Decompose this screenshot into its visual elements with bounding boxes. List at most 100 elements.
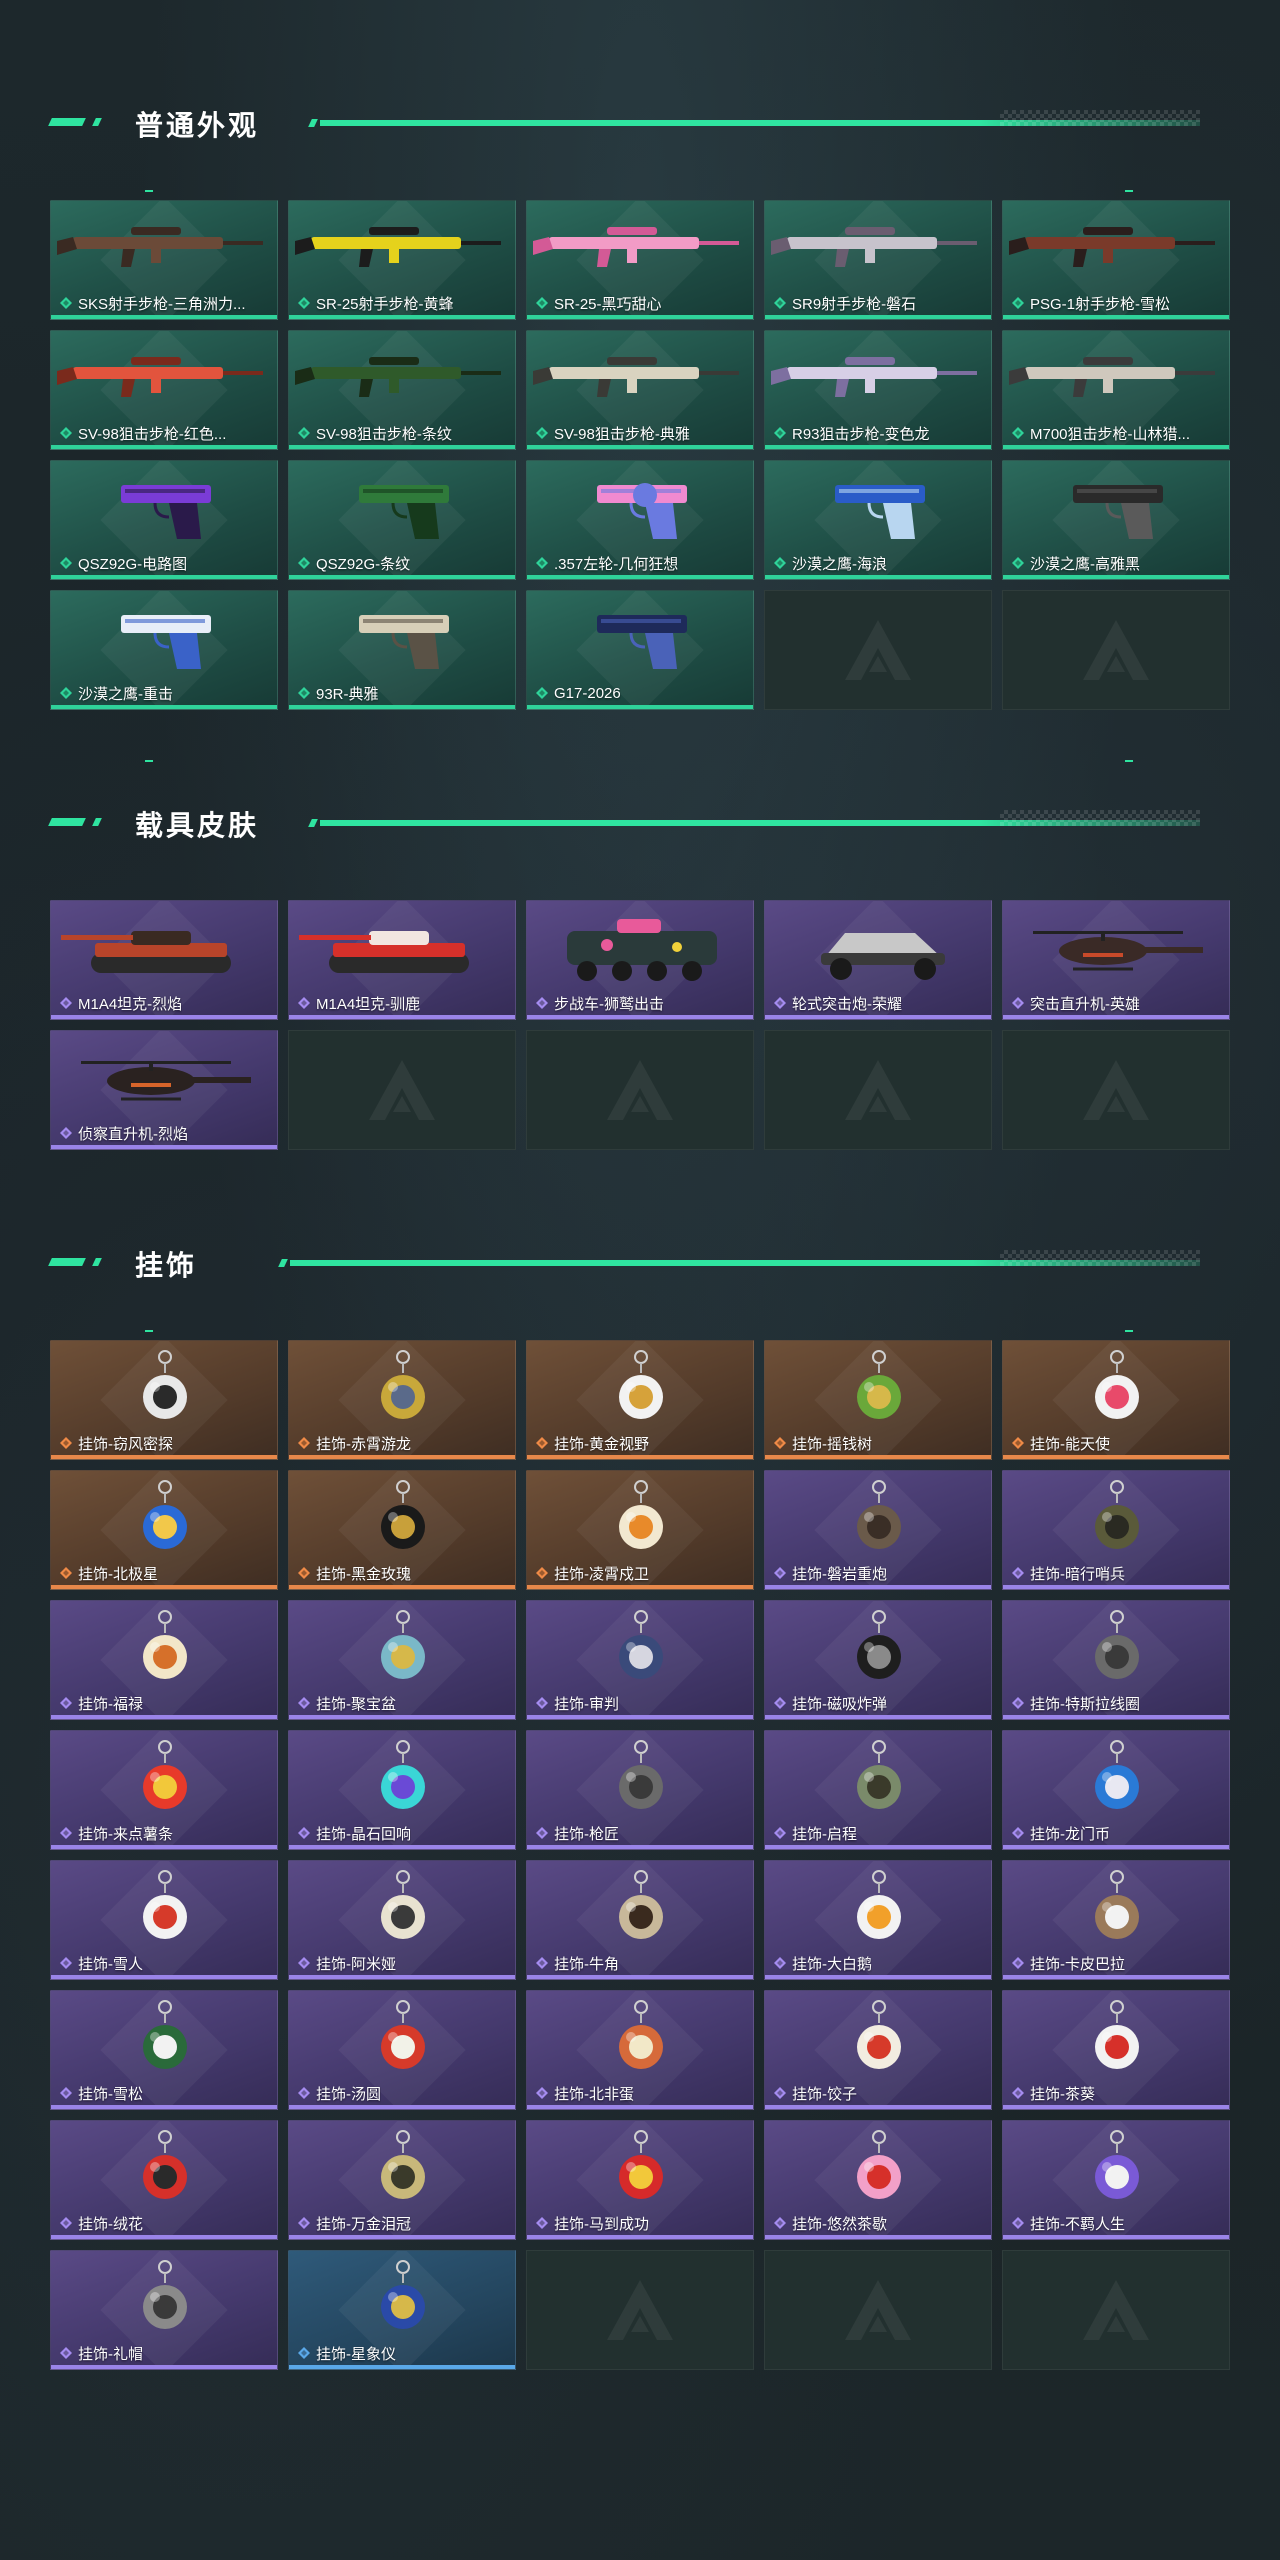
item-card[interactable]: 挂饰-摇钱树: [764, 1340, 992, 1460]
rarity-diamond-icon: [1011, 996, 1025, 1010]
item-card[interactable]: 挂饰-龙门币: [1002, 1730, 1230, 1850]
item-label: 挂饰-茶葵: [1011, 2083, 1223, 2103]
item-name: 挂饰-大白鹅: [792, 1955, 872, 1973]
item-card[interactable]: M1A4坦克-烈焰: [50, 900, 278, 1020]
item-card[interactable]: 挂饰-黄金视野: [526, 1340, 754, 1460]
item-card[interactable]: 挂饰-窃风密探: [50, 1340, 278, 1460]
section-title: 普通外观: [135, 110, 260, 141]
item-card[interactable]: 挂饰-阿米娅: [288, 1860, 516, 1980]
item-card[interactable]: 挂饰-绒花: [50, 2120, 278, 2240]
buggy-image: [765, 907, 991, 991]
item-card[interactable]: 挂饰-万金泪冠: [288, 2120, 516, 2240]
header-checker-pattern: [1000, 810, 1200, 826]
item-name: 挂饰-审判: [554, 1695, 619, 1713]
item-card[interactable]: 挂饰-大白鹅: [764, 1860, 992, 1980]
rarity-diamond-icon: [535, 556, 549, 570]
item-card[interactable]: 侦察直升机-烈焰: [50, 1030, 278, 1150]
item-name: R93狙击步枪-变色龙: [792, 425, 930, 443]
charm-image: [1003, 1607, 1229, 1691]
item-card[interactable]: 挂饰-凌霄戍卫: [526, 1470, 754, 1590]
item-card[interactable]: 挂饰-枪匠: [526, 1730, 754, 1850]
vehicle-skins-grid: M1A4坦克-烈焰 M1A4坦克-驯鹿 步战车-狮鹫出击 轮式突击炮-荣耀 突击直升机-…: [50, 900, 1230, 1150]
item-card[interactable]: 挂饰-磐岩重炮: [764, 1470, 992, 1590]
empty-slot: [1002, 590, 1230, 710]
item-name: SV-98狙击步枪-红色...: [78, 425, 227, 443]
item-card[interactable]: 挂饰-聚宝盆: [288, 1600, 516, 1720]
item-name: 挂饰-雪松: [78, 2085, 143, 2103]
item-card[interactable]: .357左轮-几何狂想: [526, 460, 754, 580]
item-card[interactable]: 挂饰-饺子: [764, 1990, 992, 2110]
item-card[interactable]: QSZ92G-条纹: [288, 460, 516, 580]
rarity-diamond-icon: [59, 2346, 73, 2360]
item-label: 挂饰-雪松: [59, 2083, 271, 2103]
charm-image: [1003, 2127, 1229, 2211]
item-card[interactable]: 挂饰-能天使: [1002, 1340, 1230, 1460]
item-card[interactable]: 挂饰-北极星: [50, 1470, 278, 1590]
item-name: SR-25-黑巧甜心: [554, 295, 662, 313]
item-card[interactable]: 突击直升机-英雄: [1002, 900, 1230, 1020]
item-card[interactable]: 挂饰-星象仪: [288, 2250, 516, 2370]
item-name: PSG-1射手步枪-雪松: [1030, 295, 1171, 313]
item-card[interactable]: 挂饰-磁吸炸弹: [764, 1600, 992, 1720]
item-card[interactable]: PSG-1射手步枪-雪松: [1002, 200, 1230, 320]
item-label: 突击直升机-英雄: [1011, 993, 1223, 1013]
item-card[interactable]: 挂饰-福禄: [50, 1600, 278, 1720]
item-card[interactable]: SV-98狙击步枪-红色...: [50, 330, 278, 450]
item-card[interactable]: 挂饰-不羁人生: [1002, 2120, 1230, 2240]
item-name: SV-98狙击步枪-典雅: [554, 425, 690, 443]
charm-image: [765, 1607, 991, 1691]
item-card[interactable]: 沙漠之鹰-重击: [50, 590, 278, 710]
item-name: 步战车-狮鹫出击: [554, 995, 664, 1013]
gun-skins-grid: SKS射手步枪-三角洲力... SR-25射手步枪-黄蜂 SR-25-黑巧甜心 SR9…: [50, 200, 1230, 710]
item-name: 挂饰-聚宝盆: [316, 1695, 396, 1713]
item-card[interactable]: SR-25-黑巧甜心: [526, 200, 754, 320]
item-card[interactable]: 挂饰-暗行哨兵: [1002, 1470, 1230, 1590]
item-card[interactable]: 挂饰-悠然茶歇: [764, 2120, 992, 2240]
item-name: 挂饰-能天使: [1030, 1435, 1110, 1453]
item-name: 挂饰-启程: [792, 1825, 857, 1843]
item-card[interactable]: M700狙击步枪-山林猎...: [1002, 330, 1230, 450]
item-card[interactable]: 挂饰-特斯拉线圈: [1002, 1600, 1230, 1720]
item-card[interactable]: 挂饰-马到成功: [526, 2120, 754, 2240]
item-card[interactable]: 挂饰-来点薯条: [50, 1730, 278, 1850]
item-card[interactable]: 挂饰-牛角: [526, 1860, 754, 1980]
rarity-diamond-icon: [535, 1566, 549, 1580]
item-card[interactable]: 挂饰-汤圆: [288, 1990, 516, 2110]
rifle-image: [51, 207, 277, 291]
item-card[interactable]: 93R-典雅: [288, 590, 516, 710]
empty-slot: [1002, 1030, 1230, 1150]
item-card[interactable]: SKS射手步枪-三角洲力...: [50, 200, 278, 320]
item-card[interactable]: 挂饰-赤霄游龙: [288, 1340, 516, 1460]
corner-mark: [1125, 1330, 1133, 1332]
item-card[interactable]: 挂饰-启程: [764, 1730, 992, 1850]
item-card[interactable]: SV-98狙击步枪-条纹: [288, 330, 516, 450]
item-card[interactable]: 沙漠之鹰-海浪: [764, 460, 992, 580]
item-card[interactable]: G17-2026: [526, 590, 754, 710]
item-card[interactable]: 挂饰-礼帽: [50, 2250, 278, 2370]
header-checker-pattern: [1000, 110, 1200, 126]
rarity-diamond-icon: [59, 296, 73, 310]
item-label: 轮式突击炮-荣耀: [773, 993, 985, 1013]
item-card[interactable]: M1A4坦克-驯鹿: [288, 900, 516, 1020]
item-card[interactable]: 挂饰-晶石回响: [288, 1730, 516, 1850]
item-name: M1A4坦克-烈焰: [78, 995, 183, 1013]
item-card[interactable]: SR9射手步枪-磐石: [764, 200, 992, 320]
item-card[interactable]: 挂饰-审判: [526, 1600, 754, 1720]
item-card[interactable]: 挂饰-雪人: [50, 1860, 278, 1980]
item-label: 挂饰-绒花: [59, 2213, 271, 2233]
item-card[interactable]: 挂饰-茶葵: [1002, 1990, 1230, 2110]
item-card[interactable]: SR-25射手步枪-黄蜂: [288, 200, 516, 320]
item-name: 挂饰-黄金视野: [554, 1435, 649, 1453]
item-card[interactable]: SV-98狙击步枪-典雅: [526, 330, 754, 450]
item-card[interactable]: 挂饰-北非蛋: [526, 1990, 754, 2110]
item-card[interactable]: R93狙击步枪-变色龙: [764, 330, 992, 450]
item-card[interactable]: 轮式突击炮-荣耀: [764, 900, 992, 1020]
item-card[interactable]: 挂饰-雪松: [50, 1990, 278, 2110]
item-card[interactable]: 挂饰-黑金玫瑰: [288, 1470, 516, 1590]
item-label: 挂饰-磁吸炸弹: [773, 1693, 985, 1713]
item-card[interactable]: 沙漠之鹰-高雅黑: [1002, 460, 1230, 580]
rifle-image: [765, 207, 991, 291]
item-card[interactable]: QSZ92G-电路图: [50, 460, 278, 580]
item-card[interactable]: 步战车-狮鹫出击: [526, 900, 754, 1020]
item-card[interactable]: 挂饰-卡皮巴拉: [1002, 1860, 1230, 1980]
